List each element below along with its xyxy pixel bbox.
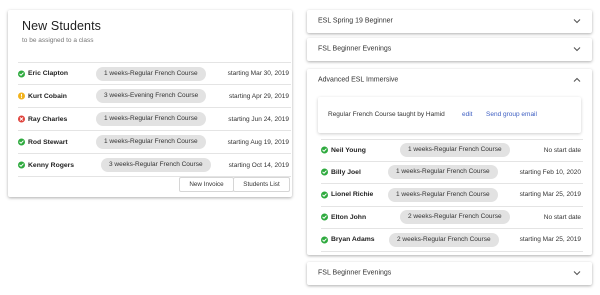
- panel-title: FSL Beginner Evenings: [318, 269, 392, 277]
- card-subtitle: to be assigned to a class: [22, 37, 94, 44]
- course-chip[interactable]: 1 weeks-Regular French Course: [96, 135, 206, 149]
- send-group-email-link[interactable]: Send group email: [486, 111, 537, 118]
- student-row[interactable]: Eric Clapton 1 weeks-Regular French Cour…: [18, 62, 291, 85]
- chevron-up-icon[interactable]: [573, 77, 581, 83]
- start-date: starting Mar 30, 2019: [227, 70, 289, 77]
- class-panel-expanded: Advanced ESL Immersive Regular French Co…: [307, 69, 592, 255]
- check-circle-icon: [321, 191, 328, 199]
- chevron-down-icon[interactable]: [573, 270, 581, 276]
- edit-link[interactable]: edit: [462, 111, 472, 118]
- panel-header[interactable]: ESL Spring 19 Beginner: [307, 10, 592, 32]
- start-date: starting Mar 25, 2019: [519, 236, 581, 244]
- new-students-card: New Students to be assigned to a class E…: [8, 10, 292, 197]
- check-circle-icon: [18, 161, 25, 169]
- new-invoice-button[interactable]: New Invoice: [179, 177, 234, 192]
- warning-circle-icon: [18, 92, 25, 100]
- start-date: starting Jun 24, 2019: [228, 115, 289, 123]
- group-info-card: Regular French Course taught by Hamid ed…: [318, 97, 581, 133]
- check-circle-icon: [321, 146, 328, 154]
- card-title: New Students: [22, 19, 102, 33]
- course-chip[interactable]: 2 weeks-Regular French Course: [389, 232, 499, 247]
- student-name: Eric Clapton: [28, 70, 69, 77]
- check-circle-icon: [321, 236, 328, 244]
- student-row[interactable]: Bryan Adams 2 weeks-Regular French Cours…: [321, 229, 583, 252]
- group-teacher-text: Regular French Course taught by Hamid: [328, 111, 445, 118]
- student-row[interactable]: Kenny Rogers 3 weeks-Regular French Cour…: [18, 154, 291, 177]
- student-name: Kurt Cobain: [28, 92, 67, 100]
- course-chip[interactable]: 1 weeks-Regular French Course: [400, 143, 510, 158]
- student-row[interactable]: Rod Stewart 1 weeks-Regular French Cours…: [18, 131, 291, 154]
- course-chip[interactable]: 3 weeks-Regular French Course: [101, 158, 211, 172]
- student-row[interactable]: Lionel Richie 1 weeks-Regular French Cou…: [321, 184, 583, 207]
- error-circle-icon: [18, 115, 25, 123]
- group-students-list: Neil Young 1 weeks-Regular French Course…: [321, 139, 583, 252]
- student-name: Elton John: [331, 213, 367, 221]
- panel-title: FSL Beginner Evenings: [318, 45, 392, 53]
- student-row[interactable]: Neil Young 1 weeks-Regular French Course…: [321, 139, 583, 162]
- students-list-button[interactable]: Students List: [233, 177, 290, 192]
- check-circle-icon: [18, 70, 25, 77]
- start-date: No start date: [543, 146, 581, 154]
- check-circle-icon: [321, 213, 328, 221]
- class-panel[interactable]: FSL Beginner Evenings: [307, 38, 592, 61]
- check-circle-icon: [18, 138, 25, 146]
- start-date: No start date: [543, 213, 581, 221]
- student-name: Kenny Rogers: [28, 161, 75, 169]
- panel-title: Advanced ESL Immersive: [318, 76, 399, 84]
- student-name: Neil Young: [331, 146, 366, 154]
- course-chip[interactable]: 2 weeks-Regular French Course: [400, 210, 510, 225]
- start-date: starting Oct 14, 2019: [228, 161, 289, 169]
- student-row[interactable]: Billy Joel 1 weeks-Regular French Course…: [321, 162, 583, 184]
- student-row[interactable]: Ray Charles 1 weeks-Regular French Cours…: [18, 108, 291, 131]
- start-date: starting Mar 25, 2019: [519, 191, 581, 199]
- panel-header[interactable]: FSL Beginner Evenings: [307, 38, 592, 60]
- start-date: starting Apr 29, 2019: [229, 92, 289, 100]
- course-chip[interactable]: 1 weeks-Regular French Course: [96, 112, 206, 126]
- new-students-list: Eric Clapton 1 weeks-Regular French Cour…: [18, 62, 291, 177]
- check-circle-icon: [321, 168, 328, 176]
- student-name: Billy Joel: [331, 168, 361, 176]
- start-date: starting Aug 19, 2019: [227, 138, 289, 146]
- student-name: Lionel Richie: [331, 191, 374, 199]
- student-row[interactable]: Kurt Cobain 3 weeks-Evening French Cours…: [18, 85, 291, 108]
- student-name: Rod Stewart: [28, 138, 68, 146]
- student-name: Ray Charles: [28, 115, 68, 123]
- start-date: starting Feb 10, 2020: [519, 168, 581, 176]
- panel-header[interactable]: FSL Beginner Evenings: [307, 262, 592, 284]
- student-name: Bryan Adams: [331, 236, 375, 244]
- panel-header[interactable]: Advanced ESL Immersive: [307, 69, 592, 91]
- course-chip[interactable]: 3 weeks-Evening French Course: [96, 89, 207, 103]
- course-chip[interactable]: 1 weeks-Regular French Course: [388, 165, 498, 180]
- course-chip[interactable]: 1 weeks-Regular French Course: [388, 187, 498, 202]
- chevron-down-icon[interactable]: [573, 46, 581, 52]
- course-chip[interactable]: 1 weeks-Regular French Course: [96, 66, 206, 81]
- class-panel[interactable]: FSL Beginner Evenings: [307, 262, 592, 285]
- panel-title: ESL Spring 19 Beginner: [318, 17, 393, 25]
- class-panel[interactable]: ESL Spring 19 Beginner: [307, 10, 592, 33]
- student-row[interactable]: Elton John 2 weeks-Regular French Course…: [321, 207, 583, 229]
- chevron-down-icon[interactable]: [573, 18, 581, 24]
